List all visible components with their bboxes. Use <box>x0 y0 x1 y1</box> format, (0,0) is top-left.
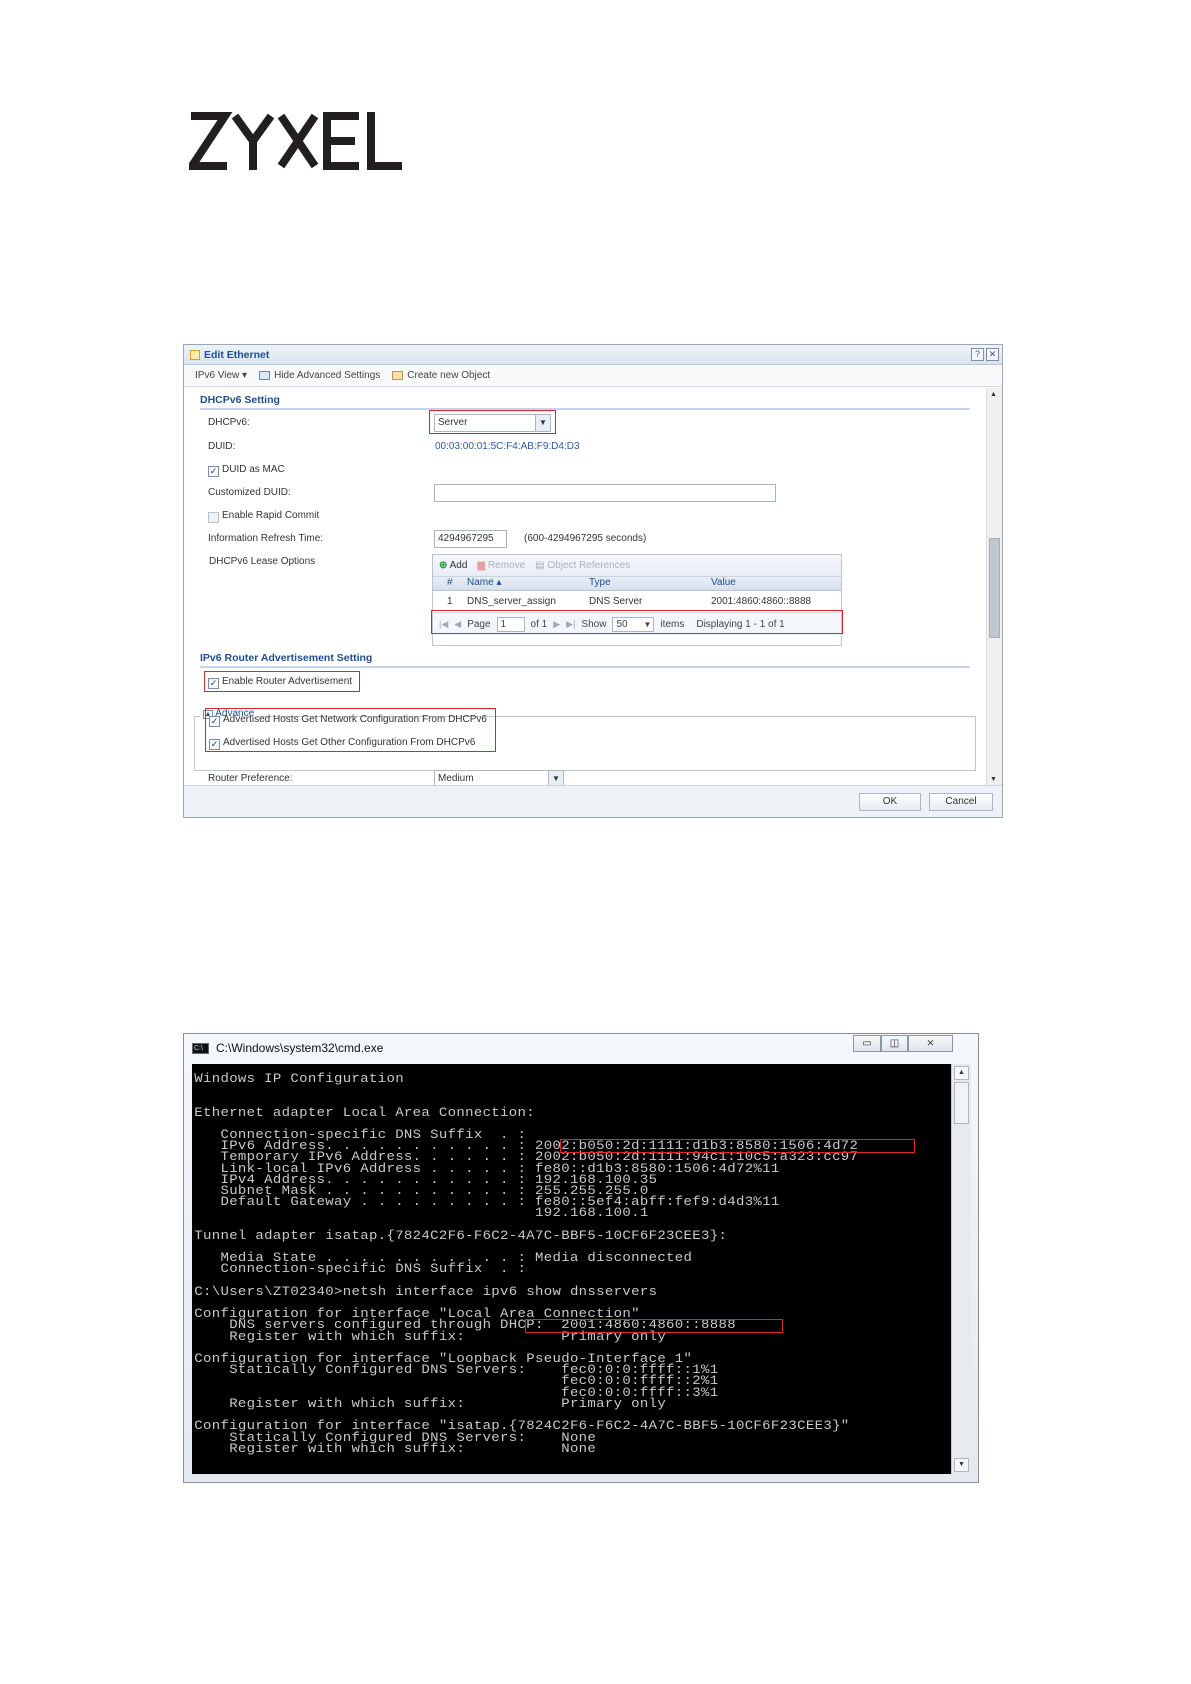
close-button[interactable]: ⨯ <box>908 1035 953 1052</box>
cell-value: 2001:4860:4860::8888 <box>711 596 812 607</box>
dialog-title: Edit Ethernet <box>204 348 270 361</box>
trash-icon: ▆ <box>477 560 486 571</box>
cell-name: DNS_server_assign <box>467 596 556 607</box>
customized-duid-input[interactable] <box>434 484 776 502</box>
close-icon[interactable]: ✕ <box>986 348 999 361</box>
checkbox-unchecked-icon: ✓ <box>208 512 219 523</box>
checkbox-checked-icon: ✓ <box>208 466 219 477</box>
scroll-thumb[interactable] <box>989 538 1000 638</box>
highlight-box <box>431 610 843 634</box>
help-icon[interactable]: ? <box>971 348 984 361</box>
scroll-thumb[interactable] <box>954 1082 969 1124</box>
console-scrollbar[interactable]: ▲ ▼ <box>951 1064 971 1474</box>
column-header[interactable]: # <box>433 577 467 590</box>
add-icon: ⊕ <box>439 560 448 571</box>
enable-rapid-commit-checkbox[interactable]: ✓Enable Rapid Commit <box>208 510 319 523</box>
scroll-up-icon[interactable]: ▲ <box>954 1066 969 1080</box>
duid-as-mac-checkbox[interactable]: ✓ DUID as MAC <box>208 464 285 477</box>
minimize-button[interactable]: ▭ <box>853 1035 881 1052</box>
scroll-down-icon[interactable]: ▼ <box>990 776 997 783</box>
edit-icon <box>190 349 200 360</box>
highlight-box <box>429 410 556 434</box>
create-new-object-button[interactable]: Create new Object <box>392 370 490 381</box>
settings-icon <box>259 371 271 380</box>
ok-button[interactable]: OK <box>859 793 921 811</box>
column-header[interactable]: Type <box>589 577 711 590</box>
dhcpv6-label: DHCPv6: <box>208 417 250 428</box>
zyxel-logo <box>189 112 402 170</box>
references-icon: ▤ <box>535 560 545 571</box>
ra-section-title: IPv6 Router Advertisement Setting <box>200 652 373 664</box>
cell-num: 1 <box>447 596 453 607</box>
remove-button[interactable]: ▆ Remove <box>477 560 525 571</box>
grid-header: # Name ▴ Type Value <box>433 577 841 591</box>
dialog-toolbar: IPv6 View ▾ Hide Advanced Settings Creat… <box>184 365 1002 387</box>
object-references-button[interactable]: ▤ Object References <box>535 560 630 571</box>
cmd-window: C:\ C:\Windows\system32\cmd.exe ▭ ◫ ⨯ Wi… <box>183 1033 979 1483</box>
hide-advanced-settings-button[interactable]: Hide Advanced Settings <box>259 370 380 381</box>
ipv6-view-menu[interactable]: IPv6 View ▾ <box>195 370 247 381</box>
highlight-box <box>205 708 496 752</box>
restore-button[interactable]: ◫ <box>881 1035 908 1052</box>
cmd-title-bar: C:\ C:\Windows\system32\cmd.exe <box>192 1039 383 1057</box>
duid-value: 00:03:00:01:5C:F4:AB:F9:D4:D3 <box>435 441 580 452</box>
info-refresh-hint: (600-4294967295 seconds) <box>524 533 647 544</box>
scroll-down-icon[interactable]: ▼ <box>954 1458 969 1472</box>
section-divider <box>200 408 970 410</box>
grid-toolbar: ⊕ Add ▆ Remove ▤ Object References <box>433 555 841 577</box>
console-text: Windows IP Configuration Ethernet adapte… <box>194 1072 859 1456</box>
cmd-icon: C:\ <box>192 1042 209 1054</box>
highlight-box <box>204 671 360 692</box>
scroll-up-icon[interactable]: ▲ <box>990 391 997 398</box>
info-refresh-label: Information Refresh Time: <box>208 533 324 544</box>
cell-type: DNS Server <box>589 596 643 607</box>
dhcpv6-section-title: DHCPv6 Setting <box>200 394 280 406</box>
dialog-scrollbar[interactable]: ▲ ▼ <box>986 388 1002 786</box>
dialog-footer: OK Cancel <box>184 785 1002 817</box>
dialog-title-bar: Edit Ethernet ? ✕ <box>184 345 1002 365</box>
lease-options-label: DHCPv6 Lease Options <box>209 556 316 567</box>
highlight-box <box>525 1319 783 1333</box>
column-header[interactable]: Name ▴ <box>467 577 589 590</box>
column-header[interactable]: Value <box>711 577 841 590</box>
edit-ethernet-dialog: Edit Ethernet ? ✕ IPv6 View ▾ Hide Advan… <box>183 344 1003 818</box>
chevron-down-icon: ▼ <box>548 771 563 786</box>
router-preference-label: Router Preference: <box>208 773 293 784</box>
duid-label: DUID: <box>208 441 236 452</box>
add-button[interactable]: ⊕ Add <box>439 560 467 571</box>
customized-duid-label: Customized DUID: <box>208 487 291 498</box>
info-refresh-input[interactable]: 4294967295 <box>434 530 507 548</box>
cmd-title: C:\Windows\system32\cmd.exe <box>216 1041 384 1055</box>
object-icon <box>392 371 404 380</box>
section-divider <box>200 666 970 668</box>
cancel-button[interactable]: Cancel <box>929 793 993 811</box>
console-output-area[interactable]: Windows IP Configuration Ethernet adapte… <box>192 1064 951 1474</box>
dialog-body: DHCPv6 Setting DHCPv6: Server ▼ DUID: 00… <box>184 388 984 786</box>
highlight-box <box>560 1139 915 1153</box>
router-preference-select[interactable]: Medium ▼ <box>434 770 564 786</box>
